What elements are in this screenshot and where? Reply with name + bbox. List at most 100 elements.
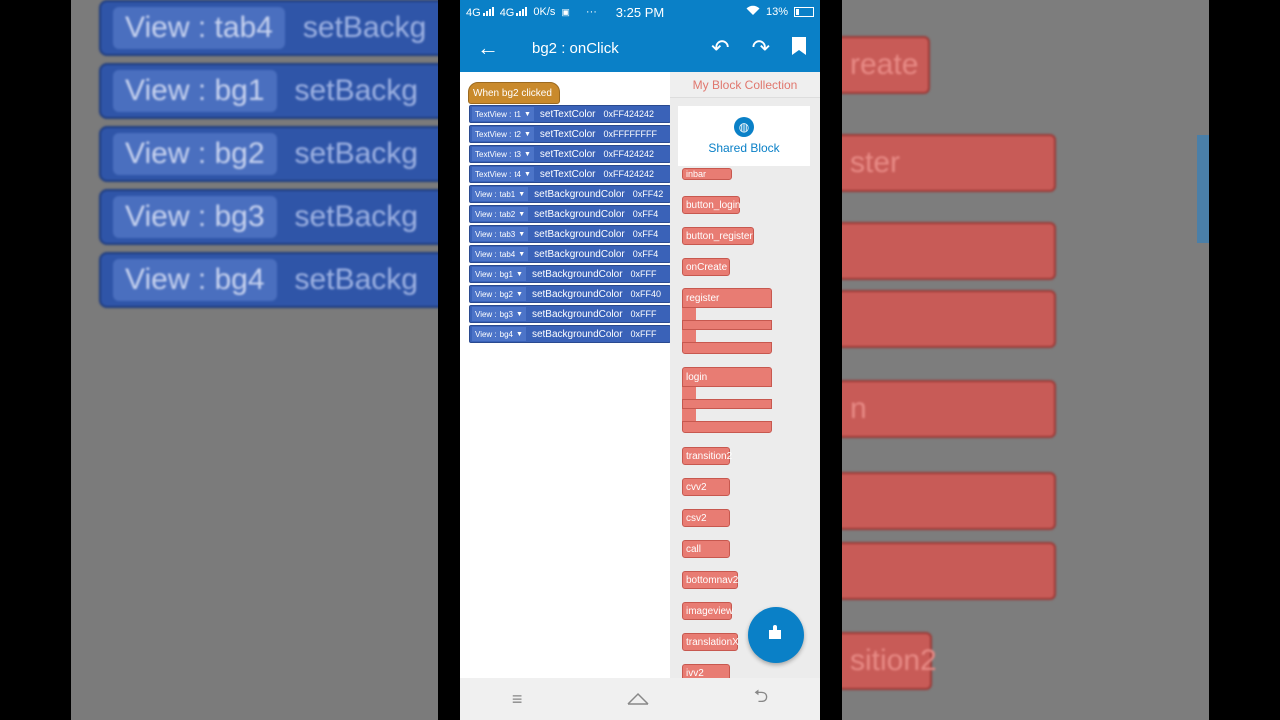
color-value-field[interactable]: 0xFFF bbox=[630, 269, 657, 279]
statement-block[interactable]: TextView : t3 ▼ setTextColor 0xFF424242 bbox=[469, 145, 671, 163]
selector-type: View : bbox=[475, 309, 497, 319]
statement-block[interactable]: TextView : t4 ▼ setTextColor 0xFF424242 bbox=[469, 165, 671, 183]
color-value-field[interactable]: 0xFF424242 bbox=[603, 109, 655, 119]
palette-block[interactable]: ivv2 bbox=[682, 664, 730, 678]
container-slot bbox=[682, 308, 772, 320]
component-selector[interactable]: TextView : t1 ▼ bbox=[472, 107, 534, 121]
component-selector[interactable]: View : bg4 ▼ bbox=[472, 327, 526, 341]
selector-type: View : bbox=[475, 189, 497, 199]
block-method: setBackgroundColor bbox=[534, 228, 625, 240]
selector-value: t4 bbox=[514, 169, 521, 179]
color-value-field[interactable]: 0xFFF bbox=[630, 309, 657, 319]
undo-icon[interactable]: ↶ bbox=[711, 35, 729, 61]
selector-value: t3 bbox=[514, 149, 521, 159]
color-value-field[interactable]: 0xFF424242 bbox=[603, 169, 655, 179]
statement-block[interactable]: View : tab2 ▼ setBackgroundColor 0xFF4 bbox=[469, 205, 671, 223]
statement-block[interactable]: View : bg3 ▼ setBackgroundColor 0xFFF bbox=[469, 305, 671, 323]
block-method: setBackgroundColor bbox=[531, 288, 623, 300]
palette-block[interactable]: csv2 bbox=[682, 509, 730, 527]
container-slot bbox=[682, 409, 772, 421]
palette-container-block[interactable]: login bbox=[682, 367, 772, 433]
palette-block[interactable]: translationX bbox=[682, 633, 739, 651]
palette-block[interactable]: cvv2 bbox=[682, 478, 730, 496]
color-value-field[interactable]: 0xFF424242 bbox=[603, 149, 655, 159]
block-workspace[interactable]: When bg2 clicked TextView : t1 ▼ setTextCol… bbox=[460, 72, 671, 678]
bg-block-selector: View : bg1 bbox=[113, 70, 277, 112]
bg-block-selector: View : bg2 bbox=[113, 133, 277, 175]
palette-block[interactable]: inbar bbox=[682, 168, 732, 180]
component-selector[interactable]: View : tab2 ▼ bbox=[472, 207, 529, 221]
color-value-field[interactable]: 0xFF4 bbox=[632, 249, 659, 259]
selector-value: t2 bbox=[514, 129, 521, 139]
dropdown-arrow-icon: ▼ bbox=[523, 150, 531, 158]
block-method: setTextColor bbox=[539, 148, 596, 160]
palette-block[interactable]: button_login bbox=[682, 196, 741, 214]
component-selector[interactable]: View : tab4 ▼ bbox=[472, 247, 529, 261]
home-icon[interactable] bbox=[626, 689, 650, 710]
palette-container-block[interactable]: register bbox=[682, 288, 772, 354]
component-selector[interactable]: View : bg3 ▼ bbox=[472, 307, 526, 321]
container-block-label: register bbox=[682, 288, 772, 308]
color-value-field[interactable]: 0xFFF bbox=[630, 329, 657, 339]
fab-add-block-button[interactable] bbox=[748, 607, 804, 663]
dropdown-arrow-icon: ▼ bbox=[516, 330, 523, 338]
statement-block[interactable]: View : bg2 ▼ setBackgroundColor 0xFF40 bbox=[469, 285, 671, 303]
statement-block[interactable]: TextView : t2 ▼ setTextColor 0xFFFFFFFF bbox=[469, 125, 671, 143]
palette-block[interactable]: transition2 bbox=[682, 447, 732, 465]
background-right: reate ster n sition2 bbox=[842, 0, 1209, 720]
color-value-field[interactable]: 0xFF4 bbox=[632, 209, 659, 219]
battery-icon bbox=[794, 7, 814, 17]
selector-value: tab4 bbox=[499, 249, 516, 259]
back-arrow-icon[interactable]: ← bbox=[460, 35, 516, 61]
clock: 3:25 PM bbox=[615, 4, 665, 20]
shared-block-button[interactable]: ◍ Shared Block bbox=[678, 106, 810, 166]
dropdown-arrow-icon: ▼ bbox=[516, 270, 523, 278]
menu-icon[interactable]: ≡ bbox=[512, 689, 523, 710]
color-value-field[interactable]: 0xFF4 bbox=[632, 229, 659, 239]
block-method: setTextColor bbox=[539, 108, 596, 120]
app-bar: ← bg2 : onClick ↶ ↷ bbox=[460, 24, 820, 72]
block-method: setTextColor bbox=[539, 168, 596, 180]
statement-block[interactable]: View : bg1 ▼ setBackgroundColor 0xFFF bbox=[469, 265, 671, 283]
palette-block[interactable]: imageview bbox=[682, 602, 733, 620]
component-selector[interactable]: View : tab3 ▼ bbox=[472, 227, 529, 241]
color-value-field[interactable]: 0xFFFFFFFF bbox=[603, 129, 657, 139]
bg-red-block bbox=[842, 290, 1056, 348]
bg-block-selector: View : bg3 bbox=[113, 196, 277, 238]
statement-block[interactable]: View : bg4 ▼ setBackgroundColor 0xFFF bbox=[469, 325, 671, 343]
component-selector[interactable]: View : tab1 ▼ bbox=[472, 187, 529, 201]
palette-block[interactable]: call bbox=[682, 540, 730, 558]
container-divider bbox=[682, 399, 772, 409]
redo-icon[interactable]: ↷ bbox=[752, 35, 770, 61]
color-value-field[interactable]: 0xFF40 bbox=[630, 289, 662, 299]
statement-block[interactable]: View : tab3 ▼ setBackgroundColor 0xFF4 bbox=[469, 225, 671, 243]
event-block[interactable]: When bg2 clicked bbox=[468, 82, 560, 104]
palette-block[interactable]: bottomnav2 bbox=[682, 571, 738, 589]
bg-block-selector: View : bg4 bbox=[113, 259, 277, 301]
palette-block[interactable]: onCreate bbox=[682, 258, 730, 276]
bg-block-method: setBackg bbox=[294, 74, 418, 107]
component-selector[interactable]: View : bg1 ▼ bbox=[472, 267, 526, 281]
color-value-field[interactable]: 0xFF42 bbox=[632, 189, 664, 199]
container-slot bbox=[682, 330, 772, 342]
palette-header[interactable]: My Block Collection bbox=[670, 72, 820, 98]
statement-block[interactable]: TextView : t1 ▼ setTextColor 0xFF424242 bbox=[469, 105, 671, 123]
palette-block[interactable]: button_register bbox=[682, 227, 754, 245]
selector-value: tab1 bbox=[499, 189, 516, 199]
container-footer bbox=[682, 342, 772, 354]
component-selector[interactable]: TextView : t4 ▼ bbox=[472, 167, 534, 181]
bg-block: View : bg2 setBackg bbox=[99, 126, 438, 182]
block-palette[interactable]: My Block Collection ◍ Shared Block inbar… bbox=[670, 72, 820, 678]
dropdown-arrow-icon: ▼ bbox=[523, 110, 531, 118]
statement-block[interactable]: View : tab1 ▼ setBackgroundColor 0xFF42 bbox=[469, 185, 671, 203]
statement-block[interactable]: View : tab4 ▼ setBackgroundColor 0xFF4 bbox=[469, 245, 671, 263]
selector-type: View : bbox=[475, 329, 497, 339]
back-icon[interactable]: ⮌ bbox=[754, 684, 768, 714]
bg-block-method: setBackg bbox=[294, 137, 418, 170]
bookmark-icon[interactable] bbox=[792, 35, 806, 61]
dropdown-arrow-icon: ▼ bbox=[516, 310, 523, 318]
selector-value: bg3 bbox=[499, 309, 513, 319]
component-selector[interactable]: View : bg2 ▼ bbox=[472, 287, 526, 301]
component-selector[interactable]: TextView : t2 ▼ bbox=[472, 127, 534, 141]
component-selector[interactable]: TextView : t3 ▼ bbox=[472, 147, 534, 161]
